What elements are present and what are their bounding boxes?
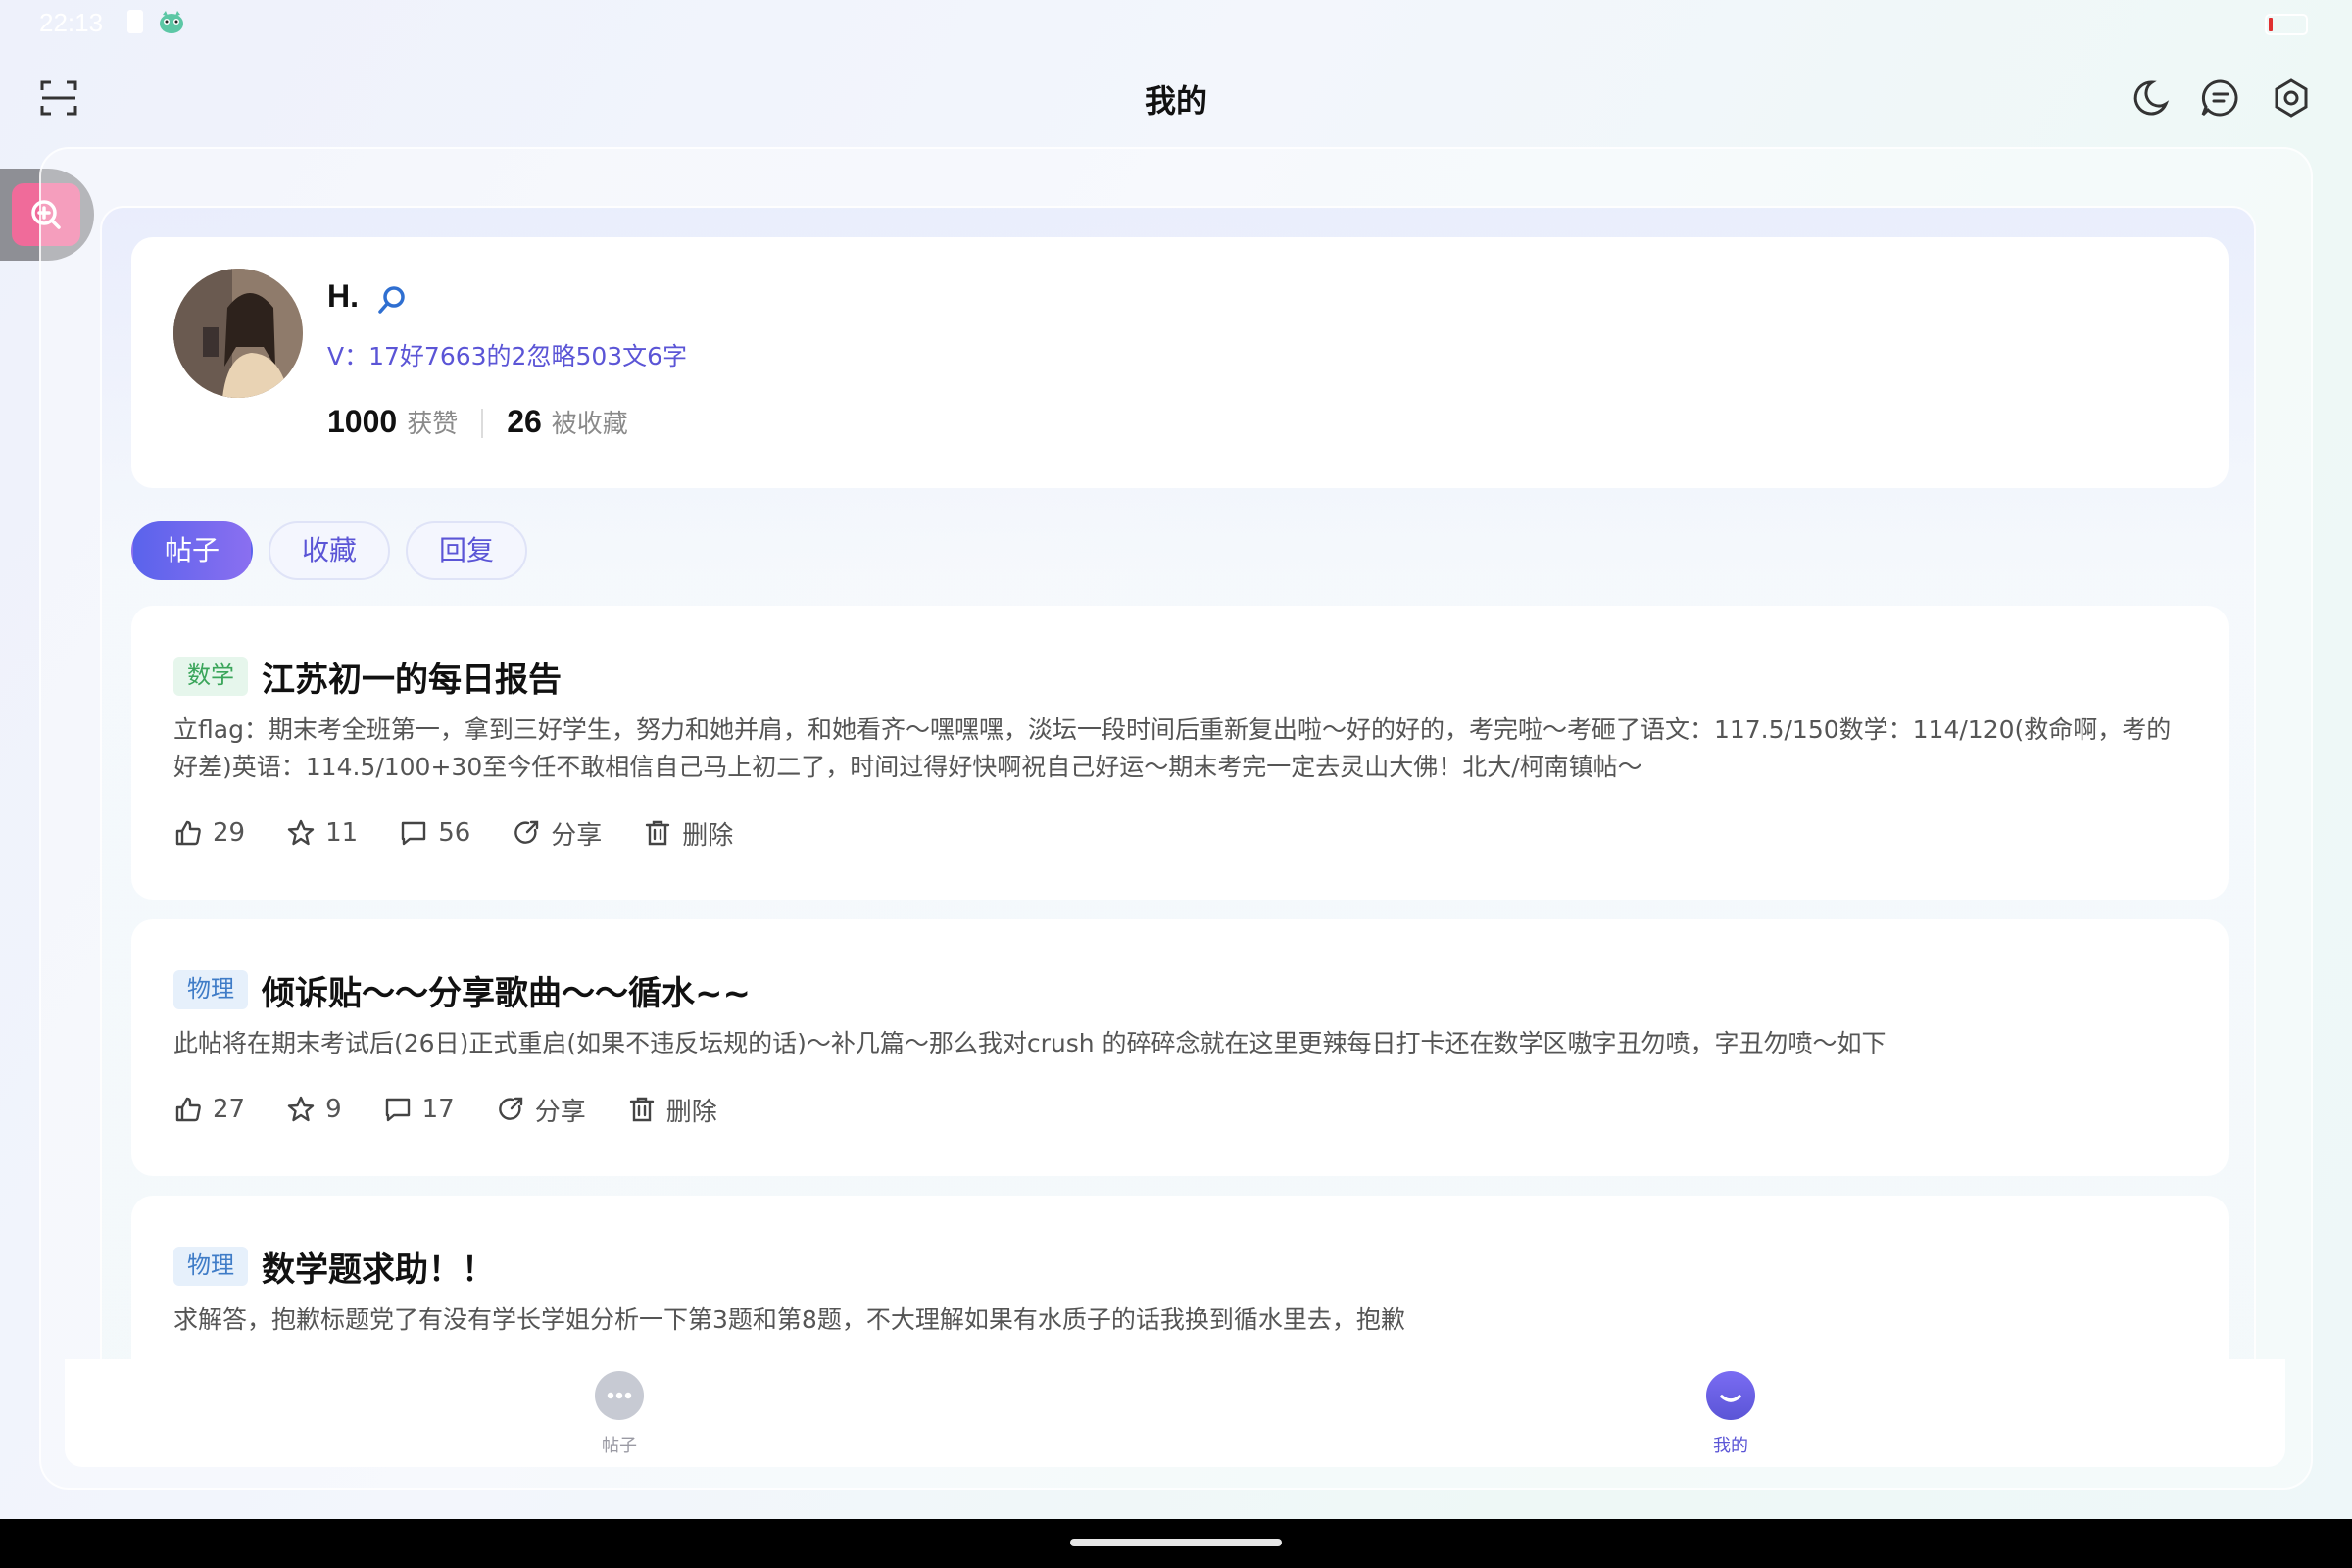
thumbs-up-icon [175,820,201,846]
post-header: 数学 江苏初一的每日报告 [173,653,562,701]
likes-count: 1000 [327,404,398,439]
bottom-nav: 帖子 我的 [65,1359,2285,1467]
username: H. [327,278,359,314]
favorite-button[interactable]: 11 [286,818,358,848]
share-icon [498,1097,522,1120]
like-count: 27 [213,1095,246,1124]
status-bar: 22:13 [0,0,2352,49]
page-header: 我的 [0,59,2352,137]
content-panel: H. V：17好7663的2忽略503文6字 1000 获赞 26 被收藏 帖子… [100,206,2256,1431]
star-count: 9 [325,1095,342,1124]
post-body: 立flag：期末考全班第一，拿到三好学生，努力和她并肩，和她看齐～嘿嘿嘿，淡坛一… [173,715,2172,781]
comment-icon [401,821,426,846]
post-card[interactable]: 物理 倾诉贴～～分享歌曲～～循水~~ 此帖将在期末考试后(26日)正式重启(如果… [131,919,2229,1176]
likes-label: 获赞 [407,410,459,439]
star-icon [287,1096,315,1122]
tab-favorites[interactable]: 收藏 [269,521,391,580]
comment-button[interactable]: 56 [399,818,470,848]
star-count: 11 [325,818,359,848]
dark-mode-moon-icon[interactable] [2129,76,2172,120]
avatar-photo [173,269,303,398]
delete-label: 删除 [665,1097,717,1127]
nav-label: 我的 [1713,1436,1748,1456]
like-button[interactable]: 29 [173,818,245,848]
subject-tag: 数学 [173,657,248,696]
post-body: 求解答，抱歉标题党了有没有学长学姐分析一下第3题和第8题，不大理解如果有水质子的… [173,1305,1405,1334]
smile-glyph [1720,1395,1741,1402]
app-notification-icon [160,11,183,33]
post-title[interactable]: 倾诉贴～～分享歌曲～～循水~~ [262,966,751,1014]
main-panel: H. V：17好7663的2忽略503文6字 1000 获赞 26 被收藏 帖子… [39,147,2313,1490]
share-icon [514,820,539,844]
message-icon[interactable] [2199,76,2242,120]
status-time: 22:13 [39,8,104,37]
delete-button[interactable]: 删除 [627,1092,717,1128]
profile-stats: 1000 获赞 26 被收藏 [327,404,628,443]
battery-icon [2265,14,2308,35]
favorited-label: 被收藏 [551,410,628,439]
avatar[interactable] [173,269,303,398]
favorited-count: 26 [507,404,542,439]
trash-icon [629,1097,654,1122]
like-button[interactable]: 27 [173,1095,245,1124]
delete-button[interactable]: 删除 [643,815,733,852]
share-button[interactable]: 分享 [496,1092,586,1128]
tab-posts[interactable]: 帖子 [131,521,254,580]
trash-icon [646,820,670,846]
chat-dots-glyph [607,1392,632,1399]
thumbs-up-icon [175,1097,201,1122]
comment-icon [385,1098,410,1122]
star-icon [287,819,315,846]
post-card[interactable]: 数学 江苏初一的每日报告 立flag：期末考全班第一，拿到三好学生，努力和她并肩… [131,606,2229,900]
system-nav-bar [0,1519,2352,1568]
post-body: 此帖将在期末考试后(26日)正式重启(如果不违反坛规的话)～补几篇～那么我对cr… [173,1029,1886,1057]
like-count: 29 [213,818,246,848]
share-label: 分享 [551,820,603,851]
profile-card: H. V：17好7663的2忽略503文6字 1000 获赞 26 被收藏 [131,237,2229,488]
post-title[interactable]: 江苏初一的每日报告 [262,653,562,701]
home-indicator[interactable] [1070,1539,1282,1546]
post-header: 物理 倾诉贴～～分享歌曲～～循水~~ [173,966,751,1014]
post-title[interactable]: 数学题求助！！ [262,1243,495,1291]
comment-button[interactable]: 17 [383,1095,455,1124]
page-title: 我的 [1144,82,1207,120]
subject-tag: 物理 [173,970,248,1009]
comment-count: 17 [421,1095,455,1124]
stats-divider [481,409,484,438]
post-actions: 29 11 56 分享 删除 [173,813,774,853]
subject-tag: 物理 [173,1247,248,1286]
favorite-button[interactable]: 9 [286,1095,342,1124]
share-label: 分享 [534,1097,586,1127]
delete-label: 删除 [682,820,734,851]
content-tabs: 帖子 收藏 回复 [131,521,543,580]
tab-replies[interactable]: 回复 [406,521,528,580]
settings-icon[interactable] [2270,76,2313,120]
profile-face-icon [1706,1371,1755,1420]
chat-bubble-icon [595,1371,644,1420]
nav-item-posts[interactable]: 帖子 [561,1371,678,1461]
search-badge-icon[interactable] [374,282,410,318]
nav-item-mine[interactable]: 我的 [1672,1371,1789,1461]
post-actions: 27 9 17 分享 删除 [173,1090,759,1129]
sim-card-icon [127,10,143,33]
profile-bio: V：17好7663的2忽略503文6字 [327,342,688,370]
post-header: 物理 数学题求助！！ [173,1243,495,1291]
nav-label: 帖子 [602,1436,637,1456]
battery-level [2269,18,2273,31]
share-button[interactable]: 分享 [512,815,602,852]
comment-count: 56 [438,818,471,848]
